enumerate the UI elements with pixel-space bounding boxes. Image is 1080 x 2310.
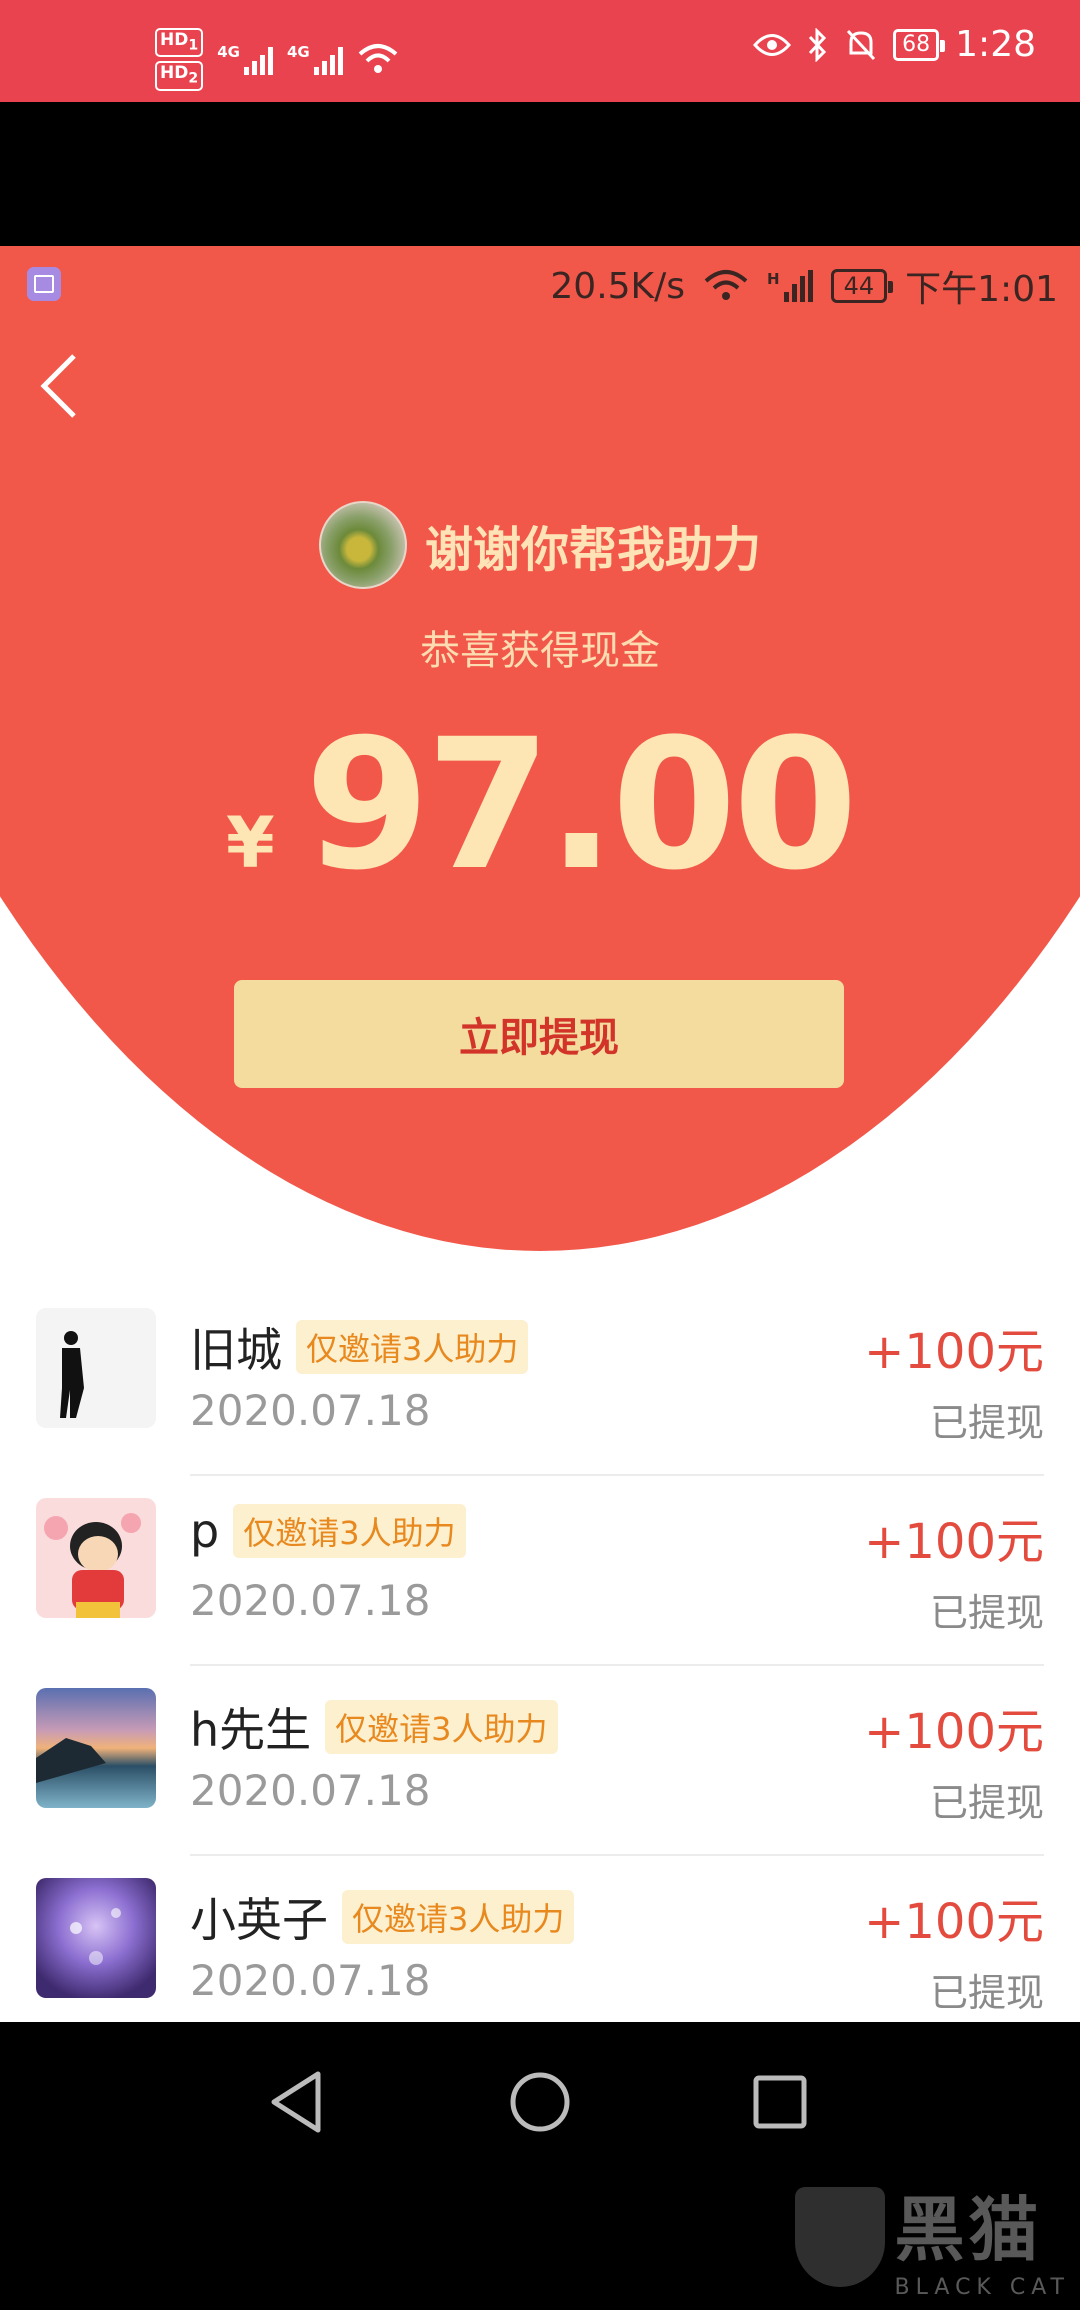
bonus-amount: +100元 — [864, 1894, 1044, 1950]
eye-icon — [753, 33, 792, 56]
avatar — [36, 1308, 156, 1428]
letterbox-band — [0, 102, 1080, 246]
bluetooth-icon — [809, 27, 827, 62]
page-title: 谢谢你帮我助力 — [424, 522, 761, 578]
network-speed: 20.5K/s — [550, 265, 686, 307]
date: 2020.07.18 — [190, 1576, 431, 1625]
reward-label: 恭喜获得现金 — [420, 628, 660, 674]
user-name: 旧城 — [190, 1323, 282, 1377]
list-item[interactable]: h先生 仅邀请3人助力 2020.07.18 +100元 已提现 — [0, 1666, 1080, 1856]
withdraw-status: 已提现 — [929, 1781, 1044, 1825]
circle-home-icon — [510, 2072, 570, 2132]
signal-icon: H — [767, 270, 813, 302]
reward-amount: ¥ 97.00 — [0, 716, 1080, 896]
date: 2020.07.18 — [190, 1766, 431, 1815]
withdraw-status: 已提现 — [929, 1591, 1044, 1635]
inviter-header: 谢谢你帮我助力 — [0, 501, 1080, 589]
nav-home-button[interactable] — [500, 2062, 580, 2142]
outer-clock: 1:28 — [955, 24, 1036, 65]
black-cat-logo — [794, 2187, 885, 2287]
inner-status-bar: 20.5K/s H 44 下午1:01 — [0, 246, 1080, 320]
list-item[interactable]: 旧城 仅邀请3人助力 2020.07.18 +100元 已提现 — [0, 1286, 1080, 1476]
chevron-left-icon — [40, 354, 76, 418]
user-name: 小英子 — [190, 1893, 328, 1947]
date: 2020.07.18 — [190, 1386, 431, 1435]
user-name: h先生 — [190, 1703, 312, 1757]
avatar — [36, 1878, 156, 1998]
user-name: p — [190, 1504, 220, 1558]
app-screen: 20.5K/s H 44 下午1:01 谢谢你帮我助力 恭喜获得现金 ¥ 97.… — [0, 246, 1080, 2022]
amount-value: 97.00 — [304, 701, 858, 910]
bonus-amount: +100元 — [864, 1514, 1044, 1570]
wifi-icon — [358, 44, 398, 74]
bonus-amount: +100元 — [864, 1324, 1044, 1380]
battery-icon: 44 — [830, 269, 893, 303]
wifi-icon — [704, 270, 748, 300]
gallery-notification-icon — [27, 267, 61, 301]
watermark-subtext: BLACK CAT — [894, 2275, 1070, 2300]
avatar — [318, 501, 407, 589]
signal-icon: 4G — [287, 43, 343, 76]
bonus-amount: +100元 — [864, 1704, 1044, 1760]
square-recents-icon — [753, 2075, 807, 2129]
hd-badge-1: HD1 — [155, 28, 204, 58]
triangle-back-icon — [271, 2071, 321, 2133]
avatar — [36, 1688, 156, 1808]
nav-recents-button[interactable] — [740, 2062, 820, 2142]
invite-tag: 仅邀请3人助力 — [342, 1890, 575, 1944]
invite-tag: 仅邀请3人助力 — [296, 1320, 529, 1374]
invite-tag: 仅邀请3人助力 — [325, 1700, 558, 1754]
outer-signal-group: HD1 HD2 4G 4G — [155, 28, 399, 91]
withdraw-status: 已提现 — [929, 1971, 1044, 2015]
helper-list: 旧城 仅邀请3人助力 2020.07.18 +100元 已提现 p 仅邀请3人助… — [0, 1286, 1080, 2022]
watermark-text: 黑猫 — [894, 2189, 1043, 2271]
inner-clock: 下午1:01 — [905, 269, 1058, 310]
invite-tag: 仅邀请3人助力 — [233, 1504, 466, 1558]
outer-status-bar: HD1 HD2 4G 4G 68 1:28 — [0, 0, 1080, 102]
hd-badge-2: HD2 — [155, 61, 204, 91]
battery-icon: 68 — [893, 28, 946, 61]
signal-icon: 4G — [217, 43, 273, 76]
list-item[interactable]: 小英子 仅邀请3人助力 2020.07.18 +100元 已提现 — [0, 1856, 1080, 2022]
withdraw-status: 已提现 — [929, 1401, 1044, 1445]
currency-symbol: ¥ — [225, 802, 275, 884]
bell-muted-icon — [847, 29, 876, 60]
navigation-bar: 黑猫 BLACK CAT — [0, 2022, 1080, 2310]
date: 2020.07.18 — [190, 1956, 431, 2005]
watermark: 黑猫 BLACK CAT — [794, 2174, 1070, 2300]
withdraw-button[interactable]: 立即提现 — [234, 980, 844, 1088]
avatar — [36, 1498, 156, 1618]
list-item[interactable]: p 仅邀请3人助力 2020.07.18 +100元 已提现 — [0, 1476, 1080, 1666]
outer-status-right: 68 1:28 — [753, 24, 1036, 65]
back-button[interactable] — [36, 346, 96, 426]
nav-back-button[interactable] — [260, 2062, 340, 2142]
